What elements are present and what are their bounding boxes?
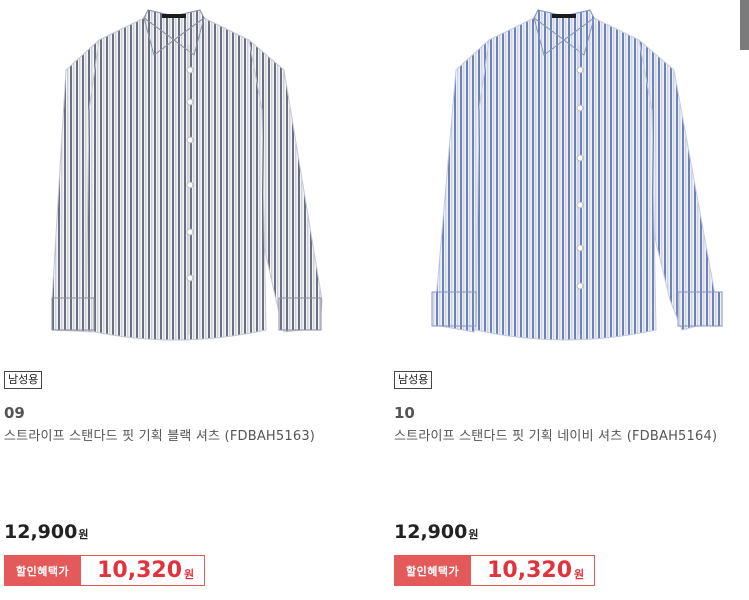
product-name[interactable]: 스트라이프 스탠다드 핏 기획 블랙 셔츠 (FDBAH5163) xyxy=(4,427,384,447)
sale-price-box: 할인혜택가 10,320 원 xyxy=(394,555,596,586)
product-card[interactable]: 남성용 10 스트라이프 스탠다드 핏 기획 네이비 셔츠 (FDBAH5164… xyxy=(394,0,744,600)
shirt-icon xyxy=(51,9,323,341)
currency-unit: 원 xyxy=(468,528,479,541)
currency-unit: 원 xyxy=(78,528,89,541)
sale-label: 할인혜택가 xyxy=(394,555,472,586)
sale-label: 할인혜택가 xyxy=(4,555,82,586)
product-price: 12,900원 xyxy=(394,521,478,543)
product-image[interactable] xyxy=(394,0,734,350)
sale-price: 10,320 원 xyxy=(471,555,596,586)
sale-price: 10,320 원 xyxy=(81,555,206,586)
product-card[interactable]: 남성용 09 스트라이프 스탠다드 핏 기획 블랙 셔츠 (FDBAH5163)… xyxy=(4,0,354,600)
currency-unit: 원 xyxy=(574,567,585,581)
sale-price-value: 10,320 xyxy=(487,558,573,583)
gender-tag: 남성용 xyxy=(4,371,43,389)
gender-tag: 남성용 xyxy=(394,371,433,389)
shirt-icon xyxy=(431,9,723,341)
sale-price-value: 10,320 xyxy=(97,558,183,583)
product-name[interactable]: 스트라이프 스탠다드 핏 기획 네이비 셔츠 (FDBAH5164) xyxy=(394,427,744,447)
currency-unit: 원 xyxy=(184,567,195,581)
price-value: 12,900 xyxy=(394,521,468,543)
product-image[interactable] xyxy=(4,0,344,350)
price-value: 12,900 xyxy=(4,521,78,543)
product-number: 10 xyxy=(394,404,415,422)
product-number: 09 xyxy=(4,404,25,422)
product-price: 12,900원 xyxy=(4,521,88,543)
sale-price-box: 할인혜택가 10,320 원 xyxy=(4,555,206,586)
